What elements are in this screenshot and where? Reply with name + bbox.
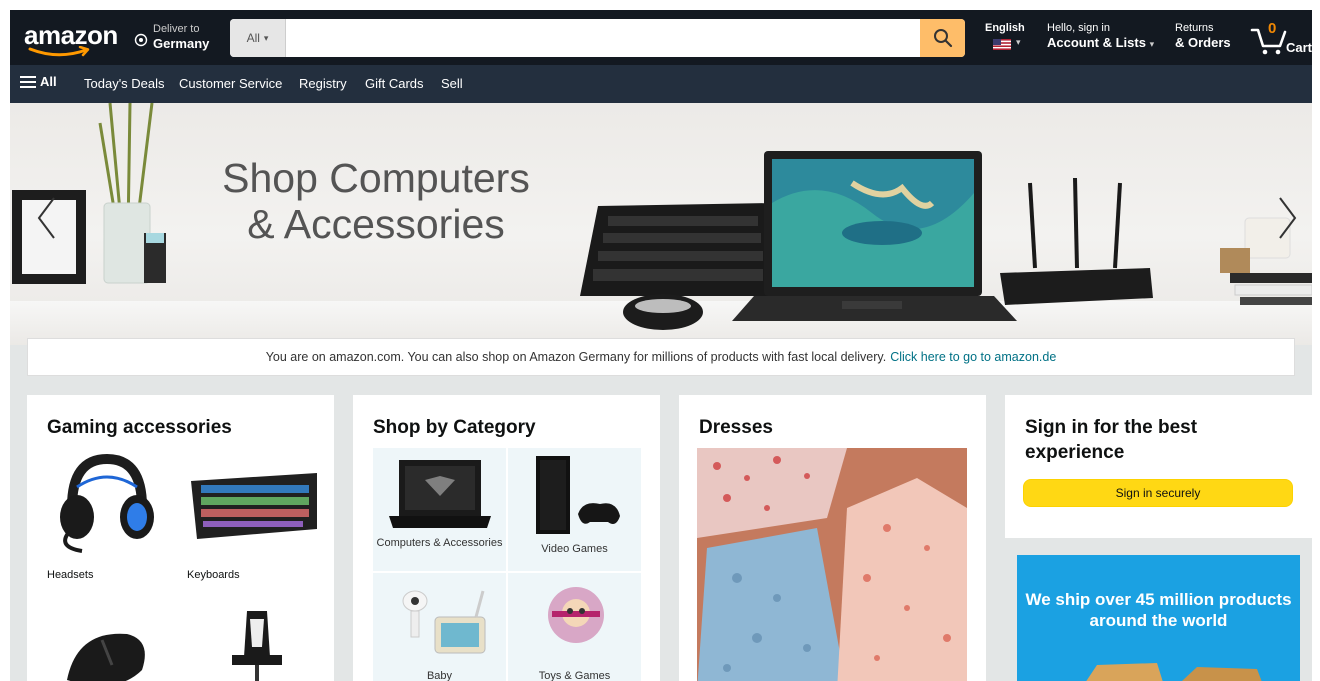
card-dresses: Dresses <box>679 395 986 681</box>
search-icon <box>933 29 952 48</box>
carousel-next-button[interactable] <box>1264 163 1312 273</box>
game-console-image <box>536 456 620 534</box>
secondary-navigation: All Today's Deals Customer Service Regis… <box>10 65 1312 103</box>
hero-banner[interactable]: Shop Computers & Accessories <box>10 103 1312 345</box>
language-selector[interactable]: English ▾ <box>983 22 1033 54</box>
location-pin-icon <box>134 33 148 47</box>
account-greeting: Hello, sign in <box>1047 22 1110 34</box>
hero-title-line1: Shop Computers <box>222 155 530 201</box>
toy-ball-image <box>548 587 604 643</box>
cart-button[interactable]: 0 Cart <box>1250 18 1312 58</box>
router-illustration <box>1000 177 1153 305</box>
chevron-left-icon <box>37 197 55 239</box>
card-title: Shop by Category <box>373 417 536 438</box>
nav-item-registry[interactable]: Registry <box>299 76 347 91</box>
shipping-promo-text: We ship over 45 million products around … <box>1025 590 1292 630</box>
nav-item-gift-cards[interactable]: Gift Cards <box>365 76 424 91</box>
returns-label: Returns <box>1175 22 1214 34</box>
search-input[interactable] <box>286 19 920 57</box>
gaming-chair-image[interactable] <box>222 607 292 681</box>
sign-in-securely-button[interactable]: Sign in securely <box>1023 479 1293 507</box>
cart-label: Cart <box>1286 40 1312 55</box>
chevron-right-icon <box>1279 197 1297 239</box>
mouse-illustration <box>623 294 703 330</box>
gaming-item-keyboards[interactable]: Keyboards <box>187 569 240 581</box>
category-label-video-games: Video Games <box>541 543 608 555</box>
category-label-computers: Computers & Accessories <box>376 537 503 549</box>
carousel-previous-button[interactable] <box>22 163 70 273</box>
hero-title: Shop Computers & Accessories <box>206 155 546 247</box>
all-menu-label: All <box>40 74 57 89</box>
language-label: English <box>985 22 1025 34</box>
keyboard-image[interactable] <box>187 467 321 547</box>
deliver-to-label: Deliver to <box>153 23 200 35</box>
chevron-down-icon: ▾ <box>1016 37 1021 47</box>
info-banner-text: You are on amazon.com. You can also shop… <box>265 350 887 364</box>
account-label: Account & Lists ▾ <box>1047 35 1155 50</box>
category-label-toys-games: Toys & Games <box>538 670 611 681</box>
card-title: Dresses <box>699 417 773 438</box>
us-flag-icon <box>993 39 1011 50</box>
card-shop-by-category: Shop by Category Computers & Accessories… <box>353 395 660 681</box>
card-gaming-accessories: Gaming accessories Headsets Keyboards <box>27 395 334 681</box>
gaming-mouse-image[interactable] <box>57 620 157 681</box>
all-menu-button[interactable]: All <box>20 74 57 89</box>
cart-count: 0 <box>1268 20 1277 37</box>
laptop-illustration <box>732 151 1017 321</box>
nav-item-sell[interactable]: Sell <box>441 76 463 91</box>
laptop-image <box>389 460 491 528</box>
hero-title-line2: & Accessories <box>247 201 505 247</box>
amazon-homepage: amazon Deliver to Germany All ▾ English … <box>10 10 1312 681</box>
baby-monitor-image <box>402 590 486 654</box>
card-title: Gaming accessories <box>47 417 232 438</box>
gaming-item-headsets[interactable]: Headsets <box>47 569 93 581</box>
search-category-dropdown[interactable]: All ▾ <box>230 19 286 57</box>
card-sign-in: Sign in for the best experience Sign in … <box>1005 395 1312 538</box>
dresses-image[interactable] <box>697 448 967 681</box>
returns-and-orders[interactable]: Returns & Orders <box>1175 22 1245 54</box>
category-tile-video-games[interactable]: Video Games <box>508 448 641 571</box>
smile-arrow-icon <box>28 46 90 57</box>
headset-image[interactable] <box>47 447 157 557</box>
amazon-de-link[interactable]: Click here to go to amazon.de <box>890 350 1056 364</box>
orders-label: & Orders <box>1175 35 1231 50</box>
amazon-logo[interactable]: amazon <box>24 20 134 57</box>
chevron-down-icon: ▾ <box>263 32 269 43</box>
nav-item-customer-service[interactable]: Customer Service <box>179 76 282 91</box>
nav-item-todays-deals[interactable]: Today's Deals <box>84 76 165 91</box>
category-tile-toys-games[interactable]: Toys & Games <box>508 573 641 681</box>
top-navigation: amazon Deliver to Germany All ▾ English … <box>10 10 1312 65</box>
category-tile-computers[interactable]: Computers & Accessories <box>373 448 506 571</box>
card-title: Sign in for the best experience <box>1025 417 1198 463</box>
search-bar: All ▾ <box>230 19 965 57</box>
shipping-promo-banner[interactable]: We ship over 45 million products around … <box>1017 555 1300 681</box>
account-and-lists[interactable]: Hello, sign in Account & Lists ▾ <box>1047 22 1167 54</box>
category-label-baby: Baby <box>426 670 453 681</box>
search-category-label: All <box>246 31 260 45</box>
hamburger-menu-icon <box>20 75 36 88</box>
shipping-boxes-image <box>1086 663 1262 681</box>
deliver-to-country: Germany <box>153 36 210 51</box>
amazon-de-info-banner: You are on amazon.com. You can also shop… <box>27 338 1295 376</box>
category-tile-baby[interactable]: Baby <box>373 573 506 681</box>
search-button[interactable] <box>920 19 965 57</box>
